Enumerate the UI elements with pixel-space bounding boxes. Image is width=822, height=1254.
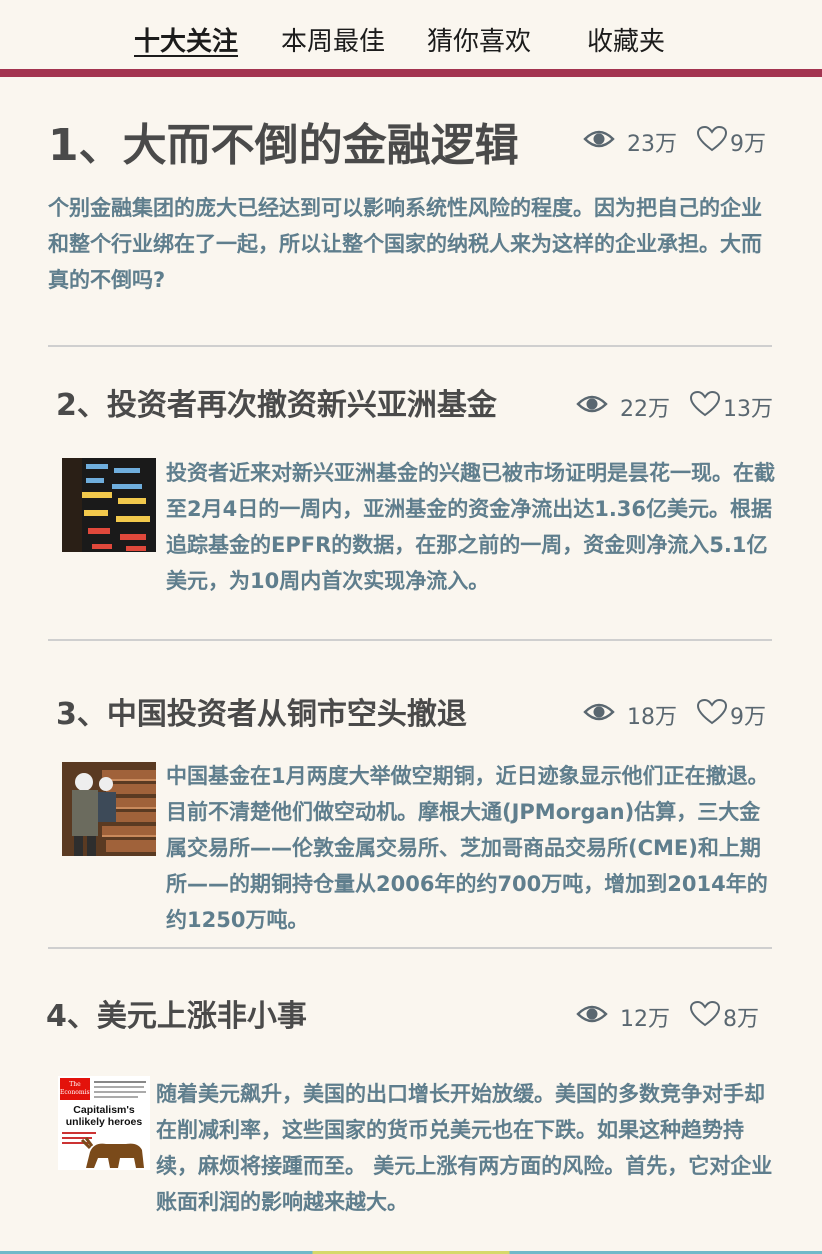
article-summary: 随着美元飙升，美国的出口增长开始放缓。美国的多数竞争对手却在削减利率，这些国家的… [156,1082,773,1214]
tab-accent-bar [0,69,822,77]
heart-outline-icon[interactable] [696,698,728,731]
view-count-value: 18万 [627,705,677,730]
article-title[interactable]: 4、美元上涨非小事 [46,997,307,1037]
article-stats: 12万 8万 [576,1000,786,1034]
article-summary: 个别金融集团的庞大已经达到可以影响系统性风险的程度。因为把自己的企业和整个行业绑… [48,196,762,292]
article-title[interactable]: 3、中国投资者从铜市空头撤退 [56,695,467,735]
top-tab-bar: 十大关注 本周最佳 猜你喜欢 收藏夹 [0,0,822,70]
eye-icon [576,1003,608,1031]
stock-ticker-thumbnail[interactable] [62,458,156,552]
eye-icon [583,701,615,729]
heart-outline-icon[interactable] [696,125,728,158]
tab-weekly-best[interactable]: 本周最佳 [281,24,385,60]
eye-icon [583,128,615,156]
article-summary: 投资者近来对新兴亚洲基金的兴趣已被市场证明是昙花一现。在截至2月4日的一周内，亚… [166,461,775,593]
view-count: 18万 [583,698,677,732]
eye-icon [576,393,608,421]
like-count-value: 9万 [730,132,766,157]
view-count-value: 22万 [620,397,670,422]
like-count[interactable]: 9万 [696,698,766,732]
economist-masthead: The Economist [60,1078,92,1100]
like-count[interactable]: 9万 [696,125,766,159]
tab-favorites[interactable]: 收藏夹 [587,24,665,60]
tab-recommended[interactable]: 猜你喜欢 [427,24,531,60]
like-count-value: 13万 [723,397,773,422]
like-count-value: 8万 [723,1007,759,1032]
divider [48,947,772,949]
article-summary: 中国基金在1月两度大举做空期铜，近日迹象显示他们正在撤退。目前不清楚他们做空动机… [166,764,769,932]
tab-top-ten[interactable]: 十大关注 [134,24,238,60]
article-title[interactable]: 1、大而不倒的金融逻辑 [48,118,519,174]
like-count-value: 9万 [730,705,766,730]
like-count[interactable]: 13万 [689,390,773,424]
heart-outline-icon[interactable] [689,390,721,423]
copper-workers-thumbnail[interactable] [62,762,156,856]
article-stats: 18万 9万 [583,698,783,732]
view-count: 22万 [576,390,670,424]
view-count: 23万 [583,125,677,159]
like-count[interactable]: 8万 [689,1000,759,1034]
economist-cover-thumbnail[interactable]: The Economist Capitalism's unlikely hero… [58,1076,150,1170]
article-stats: 22万 13万 [576,390,786,424]
article-stats: 23万 9万 [583,125,783,159]
view-count-value: 12万 [620,1007,670,1032]
view-count-value: 23万 [627,132,677,157]
divider [48,345,772,347]
article-title[interactable]: 2、投资者再次撤资新兴亚洲基金 [56,386,497,426]
economist-headline: Capitalism's unlikely heroes [65,1104,143,1128]
divider [48,639,772,641]
view-count: 12万 [576,1000,670,1034]
heart-outline-icon[interactable] [689,1000,721,1033]
